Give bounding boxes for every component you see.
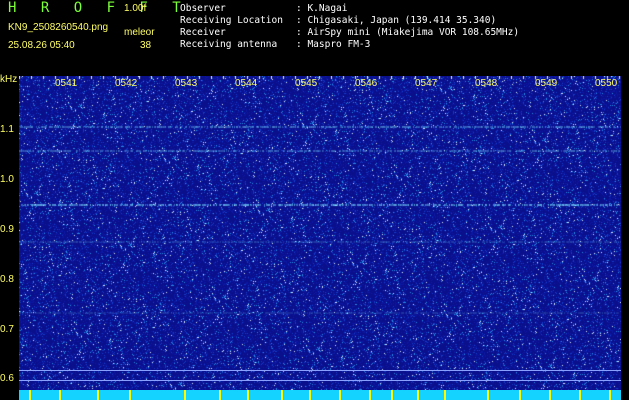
signal-mark [129, 390, 131, 400]
signal-mark [519, 390, 521, 400]
signal-mark [549, 390, 551, 400]
time-tick-label: 0549 [535, 78, 558, 89]
observer-value: : K.Nagai [296, 3, 348, 14]
freq-tick-label: 0.6 [0, 373, 14, 384]
receiver-label: Receiver [180, 27, 226, 38]
time-tick-label: 0541 [55, 78, 78, 89]
signal-mark [579, 390, 581, 400]
time-tick-label: 0545 [295, 78, 318, 89]
signal-mark [487, 390, 489, 400]
signal-mark [59, 390, 61, 400]
signal-mark [184, 390, 186, 400]
spectrogram [19, 76, 621, 390]
spectrogram-canvas [19, 76, 621, 390]
time-tick-label: 0543 [175, 78, 198, 89]
count-value: 38 [140, 40, 152, 51]
signal-mark [247, 390, 249, 400]
station-name: meleor [124, 27, 155, 38]
reference-line [19, 370, 621, 371]
time-tick-label: 0546 [355, 78, 378, 89]
signal-mark [391, 390, 393, 400]
antenna-label: Receiving antenna [180, 39, 278, 50]
time-tick-label: 0544 [235, 78, 258, 89]
signal-strip [19, 390, 621, 400]
antenna-value: : Maspro FM-3 [296, 39, 371, 50]
app-version: 1.00f [124, 3, 147, 14]
observer-label: Observer [180, 3, 226, 14]
signal-mark [444, 390, 446, 400]
time-tick-label: 0548 [475, 78, 498, 89]
app-name: H R O F F T [8, 0, 189, 16]
time-tick-label: 0547 [415, 78, 438, 89]
signal-mark [417, 390, 419, 400]
file-name: KN9_2508260540.png [8, 22, 109, 33]
signal-mark [339, 390, 341, 400]
signal-mark [309, 390, 311, 400]
freq-tick-label: 1.0 [0, 174, 14, 185]
time-tick-label: 0550 [595, 78, 618, 89]
freq-tick-label: 0.9 [0, 224, 14, 235]
signal-mark [281, 390, 283, 400]
reference-line [19, 380, 621, 381]
freq-tick-label: 1.1 [0, 124, 14, 135]
date-time: 25.08.26 05:40 [8, 40, 75, 51]
unit-label: kHz [0, 74, 18, 85]
location-label: Receiving Location [180, 15, 283, 26]
signal-mark [97, 390, 99, 400]
time-tick-label: 0542 [115, 78, 138, 89]
signal-mark [29, 390, 31, 400]
signal-mark [219, 390, 221, 400]
location-value: : Chigasaki, Japan (139.414 35.340) [296, 15, 497, 26]
signal-mark [369, 390, 371, 400]
header-panel: H R O F F T 1.00f KN9_2508260540.png mel… [0, 0, 629, 74]
freq-tick-label: 0.8 [0, 274, 14, 285]
signal-mark [609, 390, 611, 400]
freq-tick-label: 0.7 [0, 324, 14, 335]
receiver-value: : AirSpy mini (Miakejima VOR 108.65MHz) [296, 27, 520, 38]
